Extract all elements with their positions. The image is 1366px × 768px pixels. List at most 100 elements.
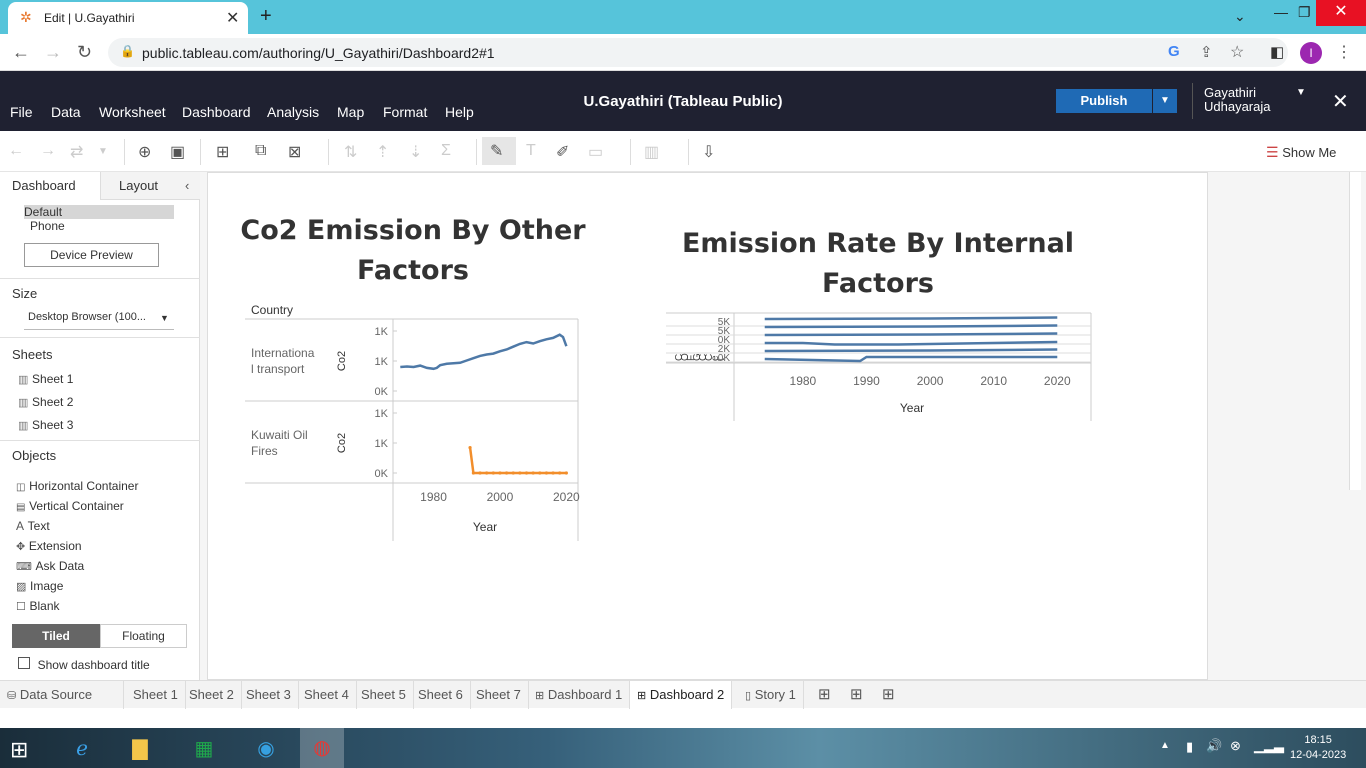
object-blank[interactable]: ☐ Blank: [16, 598, 60, 613]
sort-ascending-icon[interactable]: ⇡: [376, 142, 389, 162]
taskbar-clock[interactable]: 18:15 12-04-2023: [1290, 733, 1346, 763]
menu-data[interactable]: Data: [51, 104, 81, 120]
menu-format[interactable]: Format: [383, 104, 427, 120]
menu-dashboard[interactable]: Dashboard: [182, 104, 251, 120]
tab-sheet-2[interactable]: Sheet 2: [182, 681, 242, 709]
side-panel-icon[interactable]: ◧: [1270, 43, 1284, 61]
tab-sheet-3[interactable]: Sheet 3: [239, 681, 299, 709]
object-ask-data[interactable]: ⌨ Ask Data: [16, 558, 84, 573]
menu-file[interactable]: File: [10, 104, 33, 120]
menu-map[interactable]: Map: [337, 104, 364, 120]
collapse-panel-icon[interactable]: ‹: [185, 178, 189, 193]
fit-icon[interactable]: ▭: [588, 142, 603, 162]
user-name[interactable]: Gayathiri Udhayaraja: [1204, 86, 1294, 114]
menu-worksheet[interactable]: Worksheet: [99, 104, 166, 120]
reload-icon[interactable]: ↻: [77, 42, 92, 63]
tab-sheet-6[interactable]: Sheet 6: [411, 681, 471, 709]
new-story-tab-icon[interactable]: ⊞: [882, 685, 895, 703]
swap-icon[interactable]: ⇅: [344, 142, 357, 162]
close-editor-icon[interactable]: ✕: [1332, 89, 1349, 114]
device-default[interactable]: Default: [24, 205, 174, 219]
edge-icon[interactable]: ◉: [244, 732, 288, 766]
network-icon[interactable]: ⊗: [1230, 738, 1241, 754]
lock-icon[interactable]: 🔒: [120, 44, 135, 58]
bookmark-star-icon[interactable]: ☆: [1230, 42, 1244, 62]
more-menu-icon[interactable]: ⋮: [1336, 42, 1352, 62]
new-tab-icon[interactable]: +: [260, 5, 272, 28]
canvas-scrollbar[interactable]: [1349, 172, 1361, 490]
volume-icon[interactable]: 🔊: [1206, 738, 1222, 754]
tab-sheet-1[interactable]: Sheet 1: [126, 681, 186, 709]
labels-icon[interactable]: T: [526, 142, 536, 160]
clear-sheet-icon[interactable]: ⊠: [288, 142, 301, 162]
object-vertical-container[interactable]: ▤ Vertical Container: [16, 498, 124, 513]
format-workbook-icon[interactable]: ✐: [556, 142, 569, 162]
tab-dashboard-2[interactable]: ⊞ Dashboard 2: [630, 681, 733, 709]
replay-dropdown-icon[interactable]: ▼: [98, 146, 108, 157]
window-close-icon[interactable]: ✕: [1316, 0, 1366, 26]
back-icon[interactable]: ←: [12, 42, 30, 63]
tab-sheet-4[interactable]: Sheet 4: [297, 681, 357, 709]
restore-icon[interactable]: ❐: [1298, 4, 1311, 21]
new-dashboard-tab-icon[interactable]: ⊞: [850, 685, 863, 703]
new-worksheet-icon[interactable]: ⊞: [216, 142, 229, 162]
store-icon[interactable]: ▦: [182, 732, 226, 766]
object-image[interactable]: ▨ Image: [16, 578, 63, 593]
sort-descending-icon[interactable]: ⇣: [409, 142, 422, 162]
tab-close-icon[interactable]: ✕: [226, 8, 239, 28]
new-worksheet-tab-icon[interactable]: ⊞: [818, 685, 831, 703]
url-text[interactable]: public.tableau.com/authoring/U_Gayathiri…: [142, 45, 495, 61]
redo-icon[interactable]: →: [40, 142, 56, 160]
file-explorer-icon[interactable]: ▇: [118, 732, 162, 766]
replay-icon[interactable]: ⇄: [70, 142, 83, 162]
show-me-button[interactable]: ☰ Show Me: [1266, 144, 1336, 161]
dashboard-canvas[interactable]: Co2 Emission By Other Factors Emission R…: [207, 172, 1208, 680]
battery-icon[interactable]: ▮: [1186, 739, 1193, 755]
object-horizontal-container[interactable]: ◫ Horizontal Container: [16, 478, 138, 493]
undo-icon[interactable]: ←: [8, 142, 24, 160]
publish-button[interactable]: Publish: [1056, 89, 1152, 113]
object-text[interactable]: A Text: [16, 518, 50, 533]
internal-factors-chart[interactable]: Year COFGCCet5K5K0K2K0K1980 1990 2000 2010 2…: [666, 311, 1096, 426]
floating-toggle[interactable]: Floating: [100, 624, 187, 648]
google-icon[interactable]: G: [1168, 43, 1180, 60]
presentation-mode-icon[interactable]: ⇩: [702, 142, 715, 162]
tab-sheet-7[interactable]: Sheet 7: [469, 681, 529, 709]
user-dropdown-icon[interactable]: ▼: [1296, 87, 1306, 98]
size-select[interactable]: Desktop Browser (100... ▼: [24, 306, 174, 330]
show-dashboard-title-checkbox[interactable]: Show dashboard title: [18, 657, 150, 672]
windows-start-icon[interactable]: ⊞: [10, 737, 28, 763]
show-cards-icon[interactable]: ▥: [644, 142, 659, 162]
tab-dashboard[interactable]: Dashboard: [0, 172, 100, 200]
new-data-source-icon[interactable]: ⊕: [138, 142, 151, 162]
omnibox[interactable]: 🔒 public.tableau.com/authoring/U_Gayathi…: [108, 38, 1288, 67]
object-extension[interactable]: ✥ Extension: [16, 538, 82, 553]
sheet-list-item[interactable]: ▥ Sheet 3: [18, 417, 73, 432]
tray-chevron-icon[interactable]: ▲: [1160, 740, 1170, 751]
totals-icon[interactable]: Σ: [441, 142, 451, 160]
chrome-icon[interactable]: ◍: [300, 728, 344, 768]
highlight-button[interactable]: ✎: [482, 137, 516, 165]
tab-story-1[interactable]: ▯ Story 1: [738, 681, 804, 709]
tab-layout[interactable]: Layout ‹: [100, 172, 200, 200]
tab-dashboard-1[interactable]: ⊞ Dashboard 1: [528, 681, 631, 709]
device-preview-button[interactable]: Device Preview: [24, 243, 159, 267]
device-phone[interactable]: Phone: [30, 219, 65, 233]
forward-icon[interactable]: →: [44, 42, 62, 63]
publish-dropdown-icon[interactable]: ▼: [1153, 89, 1177, 113]
pause-updates-icon[interactable]: ▣: [170, 142, 185, 162]
co2-by-country-chart[interactable]: Country Internationa l transport Kuwaiti…: [245, 301, 590, 546]
tiled-toggle[interactable]: Tiled: [12, 624, 100, 648]
profile-avatar[interactable]: I: [1300, 42, 1322, 64]
share-icon[interactable]: ⇪: [1200, 43, 1213, 61]
sheet-list-item[interactable]: ▥ Sheet 2: [18, 394, 73, 409]
duplicate-sheet-icon[interactable]: ⧉: [255, 142, 266, 160]
tab-search-icon[interactable]: ⌄: [1234, 8, 1246, 25]
signal-icon[interactable]: ▁▂▃: [1254, 738, 1284, 754]
internet-explorer-icon[interactable]: ℯ: [60, 732, 104, 766]
sheet-list-item[interactable]: ▥ Sheet 1: [18, 371, 73, 386]
tab-sheet-5[interactable]: Sheet 5: [354, 681, 414, 709]
menu-help[interactable]: Help: [445, 104, 474, 120]
browser-tab[interactable]: ✲ Edit | U.Gayathiri ✕: [8, 2, 248, 34]
menu-analysis[interactable]: Analysis: [267, 104, 319, 120]
